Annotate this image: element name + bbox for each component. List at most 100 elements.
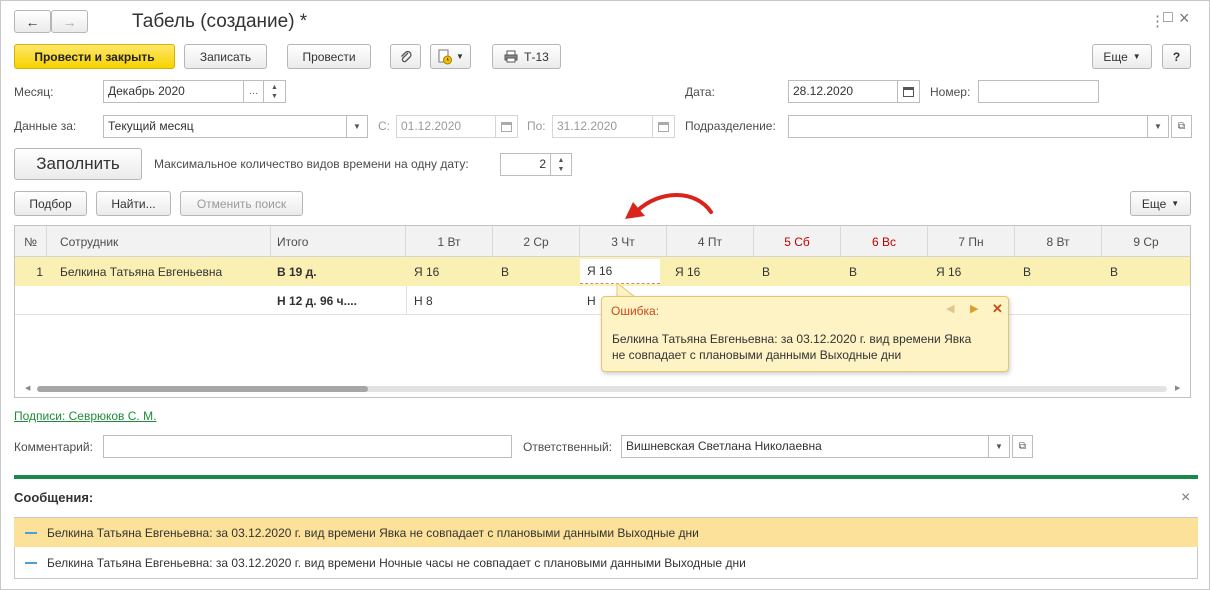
forward-button[interactable]: →: [51, 10, 88, 33]
day-cell-3[interactable]: Я 16: [580, 259, 660, 284]
close-popup-icon[interactable]: ✕: [992, 301, 1003, 317]
header-day-2[interactable]: 2 Ср: [493, 226, 580, 257]
signatures-link[interactable]: Подписи: Севрюков С. М.: [14, 409, 156, 423]
chevron-down-icon: ▼: [1154, 122, 1162, 131]
chevron-down-icon: ▼: [353, 122, 361, 131]
stepper-up-icon: ▲: [557, 156, 565, 164]
from-label: С:: [378, 119, 390, 133]
cancel-search-button[interactable]: Отменить поиск: [180, 191, 303, 216]
save-button[interactable]: Записать: [184, 44, 267, 69]
responsible-label: Ответственный:: [523, 440, 613, 454]
department-dropdown[interactable]: ▼: [1148, 115, 1169, 138]
calendar-button[interactable]: [898, 80, 920, 103]
night-cell-3[interactable]: Н: [587, 286, 596, 315]
day-cell-7[interactable]: Я 16: [936, 257, 961, 286]
responsible-dropdown[interactable]: ▼: [989, 435, 1010, 458]
message-item[interactable]: Белкина Татьяна Евгеньевна: за 03.12.202…: [14, 548, 1198, 577]
to-label: По:: [527, 119, 546, 133]
row-number: 1: [36, 264, 43, 279]
department-open-button[interactable]: ⧉: [1171, 115, 1192, 138]
help-button[interactable]: ?: [1162, 44, 1191, 69]
from-calendar-button: [496, 115, 518, 138]
header-day-3[interactable]: 3 Чт: [580, 226, 667, 257]
month-field[interactable]: Декабрь 2020: [103, 80, 244, 103]
data-for-field[interactable]: Текущий месяц: [103, 115, 347, 138]
header-employee[interactable]: Сотрудник: [47, 226, 271, 257]
row-employee[interactable]: Белкина Татьяна Евгеньевна: [60, 257, 222, 286]
header-day-8[interactable]: 8 Вт: [1015, 226, 1102, 257]
arrow-left-icon: ←: [25, 13, 40, 30]
header-number[interactable]: №: [15, 226, 47, 257]
error-text-line2: не совпадает с плановыми данными Выходны…: [612, 348, 902, 362]
from-date-field: 01.12.2020: [396, 115, 496, 138]
arrow-right-icon: →: [62, 13, 77, 30]
responsible-field[interactable]: Вишневская Светлана Николаевна: [621, 435, 989, 458]
month-select-button[interactable]: …: [244, 80, 264, 103]
calendar-icon: [658, 122, 669, 132]
paperclip-icon: [400, 50, 412, 62]
prev-error-icon[interactable]: ◀: [946, 302, 954, 315]
maximize-icon[interactable]: □: [1160, 9, 1176, 27]
next-error-icon[interactable]: ▶: [970, 302, 978, 315]
grid-more-button[interactable]: Еще ▼: [1130, 191, 1191, 216]
day-cell-6[interactable]: В: [849, 257, 857, 286]
max-types-field[interactable]: 2: [500, 153, 551, 176]
messages-title: Сообщения:: [14, 490, 94, 505]
data-for-label: Данные за:: [14, 119, 77, 133]
table-header: № Сотрудник Итого 1 Вт 2 Ср 3 Чт 4 Пт 5 …: [15, 226, 1190, 257]
header-total[interactable]: Итого: [271, 226, 406, 257]
comment-field[interactable]: [103, 435, 512, 458]
chevron-down-icon: ▼: [1132, 52, 1141, 61]
more-button[interactable]: Еще ▼: [1092, 44, 1152, 69]
message-text: Белкина Татьяна Евгеньевна: за 03.12.202…: [47, 555, 746, 570]
header-day-9[interactable]: 9 Ср: [1102, 226, 1190, 257]
post-and-close-button[interactable]: Провести и закрыть: [14, 44, 175, 69]
header-day-5[interactable]: 5 Сб: [754, 226, 841, 257]
number-field[interactable]: [978, 80, 1099, 103]
day-cell-5[interactable]: В: [762, 257, 770, 286]
max-types-stepper[interactable]: ▲ ▼: [551, 153, 572, 176]
grid-more-label: Еще: [1141, 196, 1167, 211]
month-stepper[interactable]: ▲ ▼: [264, 80, 286, 103]
row-night-total[interactable]: Н 12 д. 96 ч....: [277, 286, 357, 315]
error-popup: Ошибка: ◀ ▶ ✕ Белкина Татьяна Евгеньевна…: [601, 296, 1009, 372]
row-total[interactable]: В 19 д.: [277, 257, 317, 286]
scroll-left-icon[interactable]: ◀: [25, 384, 30, 392]
create-based-on-button[interactable]: ▼: [430, 44, 471, 69]
day-cell-8[interactable]: В: [1023, 257, 1031, 286]
print-t13-button[interactable]: Т-13: [492, 44, 561, 69]
message-marker-icon: [25, 561, 37, 564]
to-date-field: 31.12.2020: [552, 115, 653, 138]
header-day-1[interactable]: 1 Вт: [406, 226, 493, 257]
header-day-7[interactable]: 7 Пн: [928, 226, 1015, 257]
header-day-6[interactable]: 6 Вс: [841, 226, 928, 257]
attach-button[interactable]: [390, 44, 421, 69]
stepper-up-icon: ▲: [271, 83, 278, 91]
responsible-open-button[interactable]: ⧉: [1012, 435, 1033, 458]
horizontal-scrollbar[interactable]: ◀ ▶: [23, 384, 1181, 393]
message-item[interactable]: Белкина Татьяна Евгеньевна: за 03.12.202…: [14, 518, 1198, 547]
scroll-right-icon[interactable]: ▶: [1175, 384, 1180, 392]
scroll-thumb[interactable]: [37, 386, 368, 392]
messages-divider: [14, 475, 1198, 479]
day-cell-2[interactable]: В: [501, 257, 509, 286]
data-for-dropdown[interactable]: ▼: [347, 115, 368, 138]
table-row[interactable]: 1 Белкина Татьяна Евгеньевна В 19 д. Я 1…: [15, 257, 1190, 286]
select-button[interactable]: Подбор: [14, 191, 87, 216]
document-clock-icon: [438, 49, 453, 64]
back-button[interactable]: ←: [14, 10, 51, 33]
fill-button[interactable]: Заполнить: [14, 148, 142, 180]
chevron-down-icon: ▼: [995, 442, 1003, 451]
night-cell-1[interactable]: Н 8: [414, 286, 433, 315]
post-button[interactable]: Провести: [287, 44, 371, 69]
close-icon[interactable]: ×: [1179, 8, 1190, 29]
find-button[interactable]: Найти...: [96, 191, 171, 216]
header-day-4[interactable]: 4 Пт: [667, 226, 754, 257]
department-field[interactable]: [788, 115, 1148, 138]
open-window-icon: ⧉: [1018, 441, 1027, 452]
date-field[interactable]: 28.12.2020: [788, 80, 898, 103]
messages-close-icon[interactable]: ×: [1181, 489, 1190, 507]
day-cell-9[interactable]: В: [1110, 257, 1118, 286]
day-cell-4[interactable]: Я 16: [675, 257, 700, 286]
day-cell-1[interactable]: Я 16: [414, 257, 439, 286]
